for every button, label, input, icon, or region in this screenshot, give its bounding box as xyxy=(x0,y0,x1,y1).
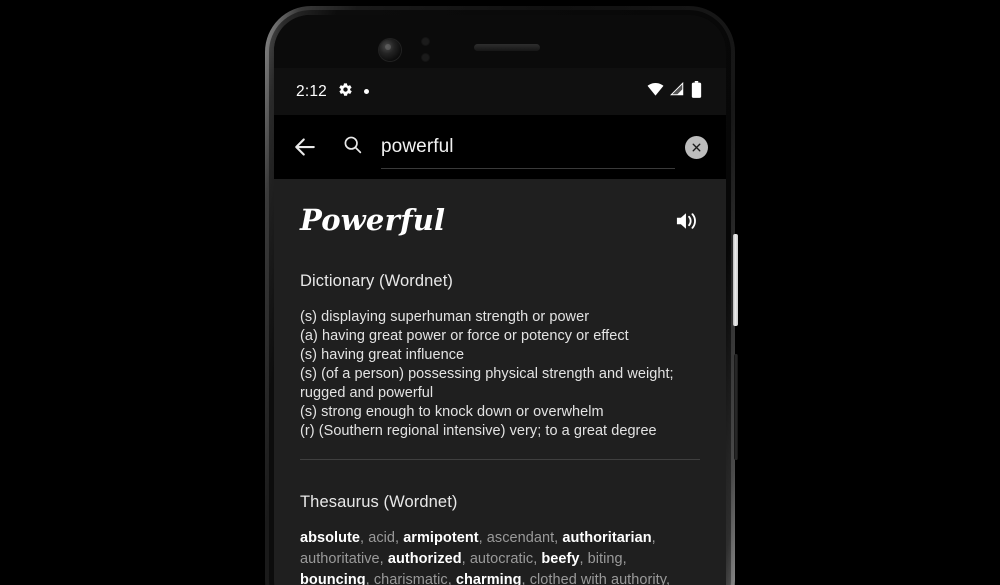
thesaurus-word[interactable]: acid xyxy=(368,530,395,546)
proximity-sensor-icon xyxy=(422,38,429,45)
power-button[interactable] xyxy=(733,234,738,326)
entry-header: Powerful xyxy=(300,179,700,239)
thesaurus-word[interactable]: armipotent xyxy=(403,530,478,546)
thesaurus-separator: , xyxy=(521,572,530,585)
thesaurus-word[interactable]: charismatic xyxy=(374,572,448,585)
thesaurus-word[interactable]: authoritative xyxy=(300,551,380,567)
battery-icon xyxy=(691,80,702,103)
definition-item: (r) (Southern regional intensive) very; … xyxy=(300,423,657,439)
thesaurus-word[interactable]: absolute xyxy=(300,530,360,546)
thesaurus-separator: , xyxy=(447,572,456,585)
thesaurus-section-title: Thesaurus (Wordnet) xyxy=(300,493,458,511)
thesaurus-separator: , xyxy=(651,530,656,546)
dictionary-section-title: Dictionary (Wordnet) xyxy=(300,272,453,290)
wifi-icon xyxy=(647,82,664,101)
phone-screen-area: 2:12 powerful Powerful Dictionary (Wordn… xyxy=(274,15,726,585)
speaker-icon[interactable] xyxy=(675,201,700,239)
page-title: Powerful xyxy=(300,203,446,237)
search-input-underline xyxy=(381,168,675,169)
definition-item: (s) (of a person) possessing physical st… xyxy=(300,366,674,401)
status-bar-clock: 2:12 xyxy=(296,82,327,100)
earpiece-speaker-grille xyxy=(474,44,540,51)
search-icon xyxy=(342,134,363,160)
screenshot-canvas: 2:12 powerful Powerful Dictionary (Wordn… xyxy=(0,0,1000,585)
thesaurus-separator: , xyxy=(365,572,374,585)
thesaurus-word[interactable]: biting xyxy=(588,551,623,567)
device-top-bezel xyxy=(274,15,726,68)
thesaurus-word[interactable]: autocratic xyxy=(470,551,533,567)
thesaurus-word[interactable]: beefy xyxy=(541,551,579,567)
definition-item: (a) having great power or force or poten… xyxy=(300,328,629,344)
notification-dot-icon xyxy=(363,89,369,94)
thesaurus-separator: , xyxy=(665,572,671,585)
status-bar-left: 2:12 xyxy=(296,82,369,102)
app-screen: 2:12 powerful Powerful Dictionary (Wordn… xyxy=(274,68,726,585)
definition-item: (s) having great influence xyxy=(300,347,465,363)
thesaurus-word[interactable]: clothed with authority xyxy=(530,572,666,585)
thesaurus-separator: , xyxy=(360,530,369,546)
volume-rocker-button[interactable] xyxy=(734,354,738,460)
thesaurus-word-list: absolute, acid, armipotent, ascendant, a… xyxy=(300,528,700,585)
thesaurus-word[interactable]: ascendant xyxy=(487,530,554,546)
thesaurus-separator: , xyxy=(478,530,487,546)
thesaurus-word[interactable]: charming xyxy=(456,572,522,585)
status-bar-right xyxy=(647,80,702,103)
thesaurus-separator: , xyxy=(461,551,470,567)
thesaurus-word[interactable]: authoritarian xyxy=(562,530,651,546)
thesaurus-separator: , xyxy=(395,530,404,546)
entry-content: Powerful Dictionary (Wordnet) (s) displa… xyxy=(274,179,726,585)
search-input-value: powerful xyxy=(381,136,454,157)
section-divider xyxy=(300,459,700,460)
definition-item: (s) displaying superhuman strength or po… xyxy=(300,309,590,325)
cell-signal-icon xyxy=(670,81,685,101)
search-bar: powerful xyxy=(274,115,726,179)
ambient-light-sensor-icon xyxy=(422,54,429,61)
gear-icon xyxy=(338,82,353,102)
search-input[interactable]: powerful xyxy=(381,127,675,169)
thesaurus-word[interactable]: authorized xyxy=(388,551,462,567)
arrow-left-icon[interactable] xyxy=(290,132,320,162)
thesaurus-word[interactable]: bouncing xyxy=(300,572,366,585)
status-bar: 2:12 xyxy=(274,68,726,115)
thesaurus-separator: , xyxy=(622,551,627,567)
close-circle-icon[interactable] xyxy=(685,135,708,159)
phone-device-frame: 2:12 powerful Powerful Dictionary (Wordn… xyxy=(265,6,738,585)
thesaurus-separator: , xyxy=(579,551,588,567)
definition-item: (s) strong enough to knock down or overw… xyxy=(300,404,604,420)
thesaurus-separator: , xyxy=(379,551,388,567)
front-camera-icon xyxy=(379,39,401,61)
dictionary-definition-list: (s) displaying superhuman strength or po… xyxy=(300,308,700,441)
